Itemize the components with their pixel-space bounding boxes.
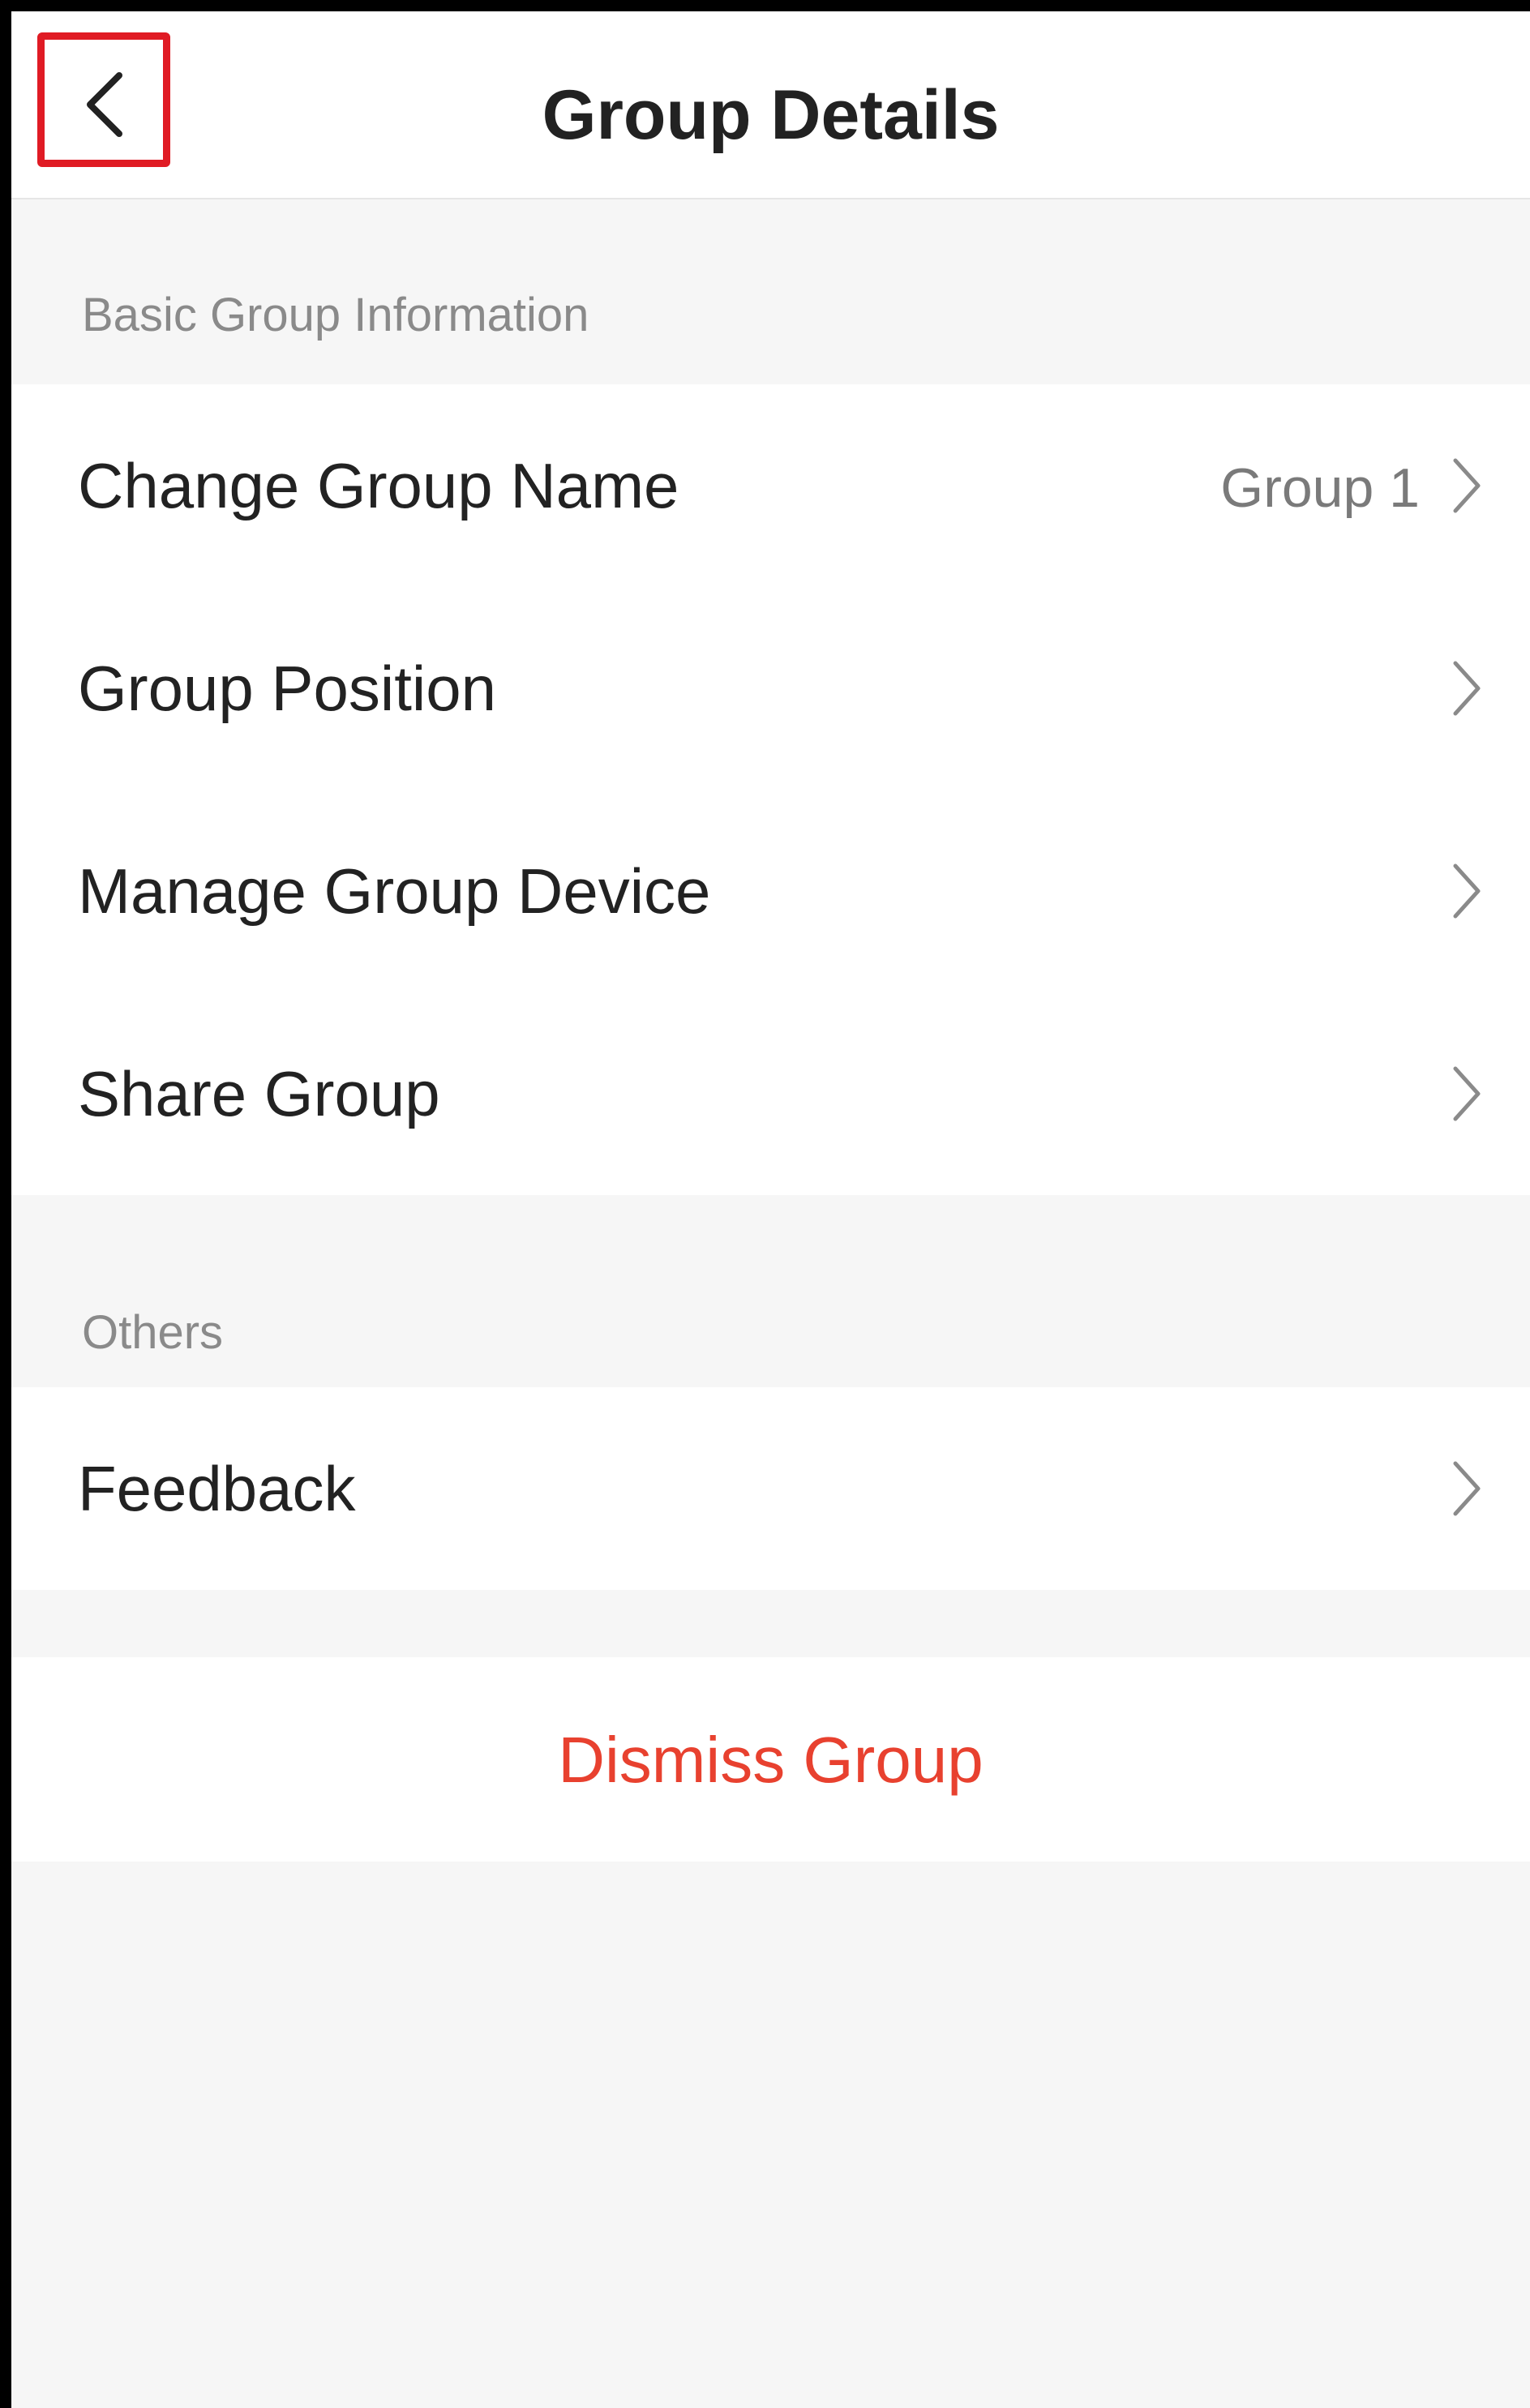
feedback-row[interactable]: Feedback xyxy=(11,1387,1530,1590)
chevron-right-icon xyxy=(1453,458,1481,513)
group-details-screen: Group Details Basic Group Information Ch… xyxy=(0,0,1530,2408)
page-title: Group Details xyxy=(542,76,1000,154)
section-header-others: Others xyxy=(82,1306,224,1359)
chevron-right-icon xyxy=(1453,1461,1481,1516)
manage-group-device-label: Manage Group Device xyxy=(78,855,711,927)
chevron-right-icon xyxy=(1453,1066,1481,1121)
others-card: Feedback xyxy=(11,1387,1530,1590)
chevron-right-icon xyxy=(1453,863,1481,919)
share-group-row[interactable]: Share Group xyxy=(11,992,1530,1195)
basic-info-card: Change Group Name Group 1 Group Position… xyxy=(11,384,1530,1195)
chevron-right-icon xyxy=(1453,661,1481,716)
manage-group-device-row[interactable]: Manage Group Device xyxy=(11,790,1530,992)
dismiss-card: Dismiss Group xyxy=(11,1657,1530,1862)
dismiss-group-label: Dismiss Group xyxy=(558,1724,984,1796)
feedback-label: Feedback xyxy=(78,1453,356,1524)
section-header-basic: Basic Group Information xyxy=(82,289,589,341)
group-name-value: Group 1 xyxy=(1220,457,1420,519)
dismiss-group-button[interactable]: Dismiss Group xyxy=(11,1657,1530,1862)
group-position-row[interactable]: Group Position xyxy=(11,587,1530,790)
share-group-label: Share Group xyxy=(78,1058,440,1129)
group-position-label: Group Position xyxy=(78,653,496,724)
change-group-name-label: Change Group Name xyxy=(78,450,679,521)
header-bar: Group Details xyxy=(11,11,1530,199)
change-group-name-row[interactable]: Change Group Name Group 1 xyxy=(11,384,1530,587)
